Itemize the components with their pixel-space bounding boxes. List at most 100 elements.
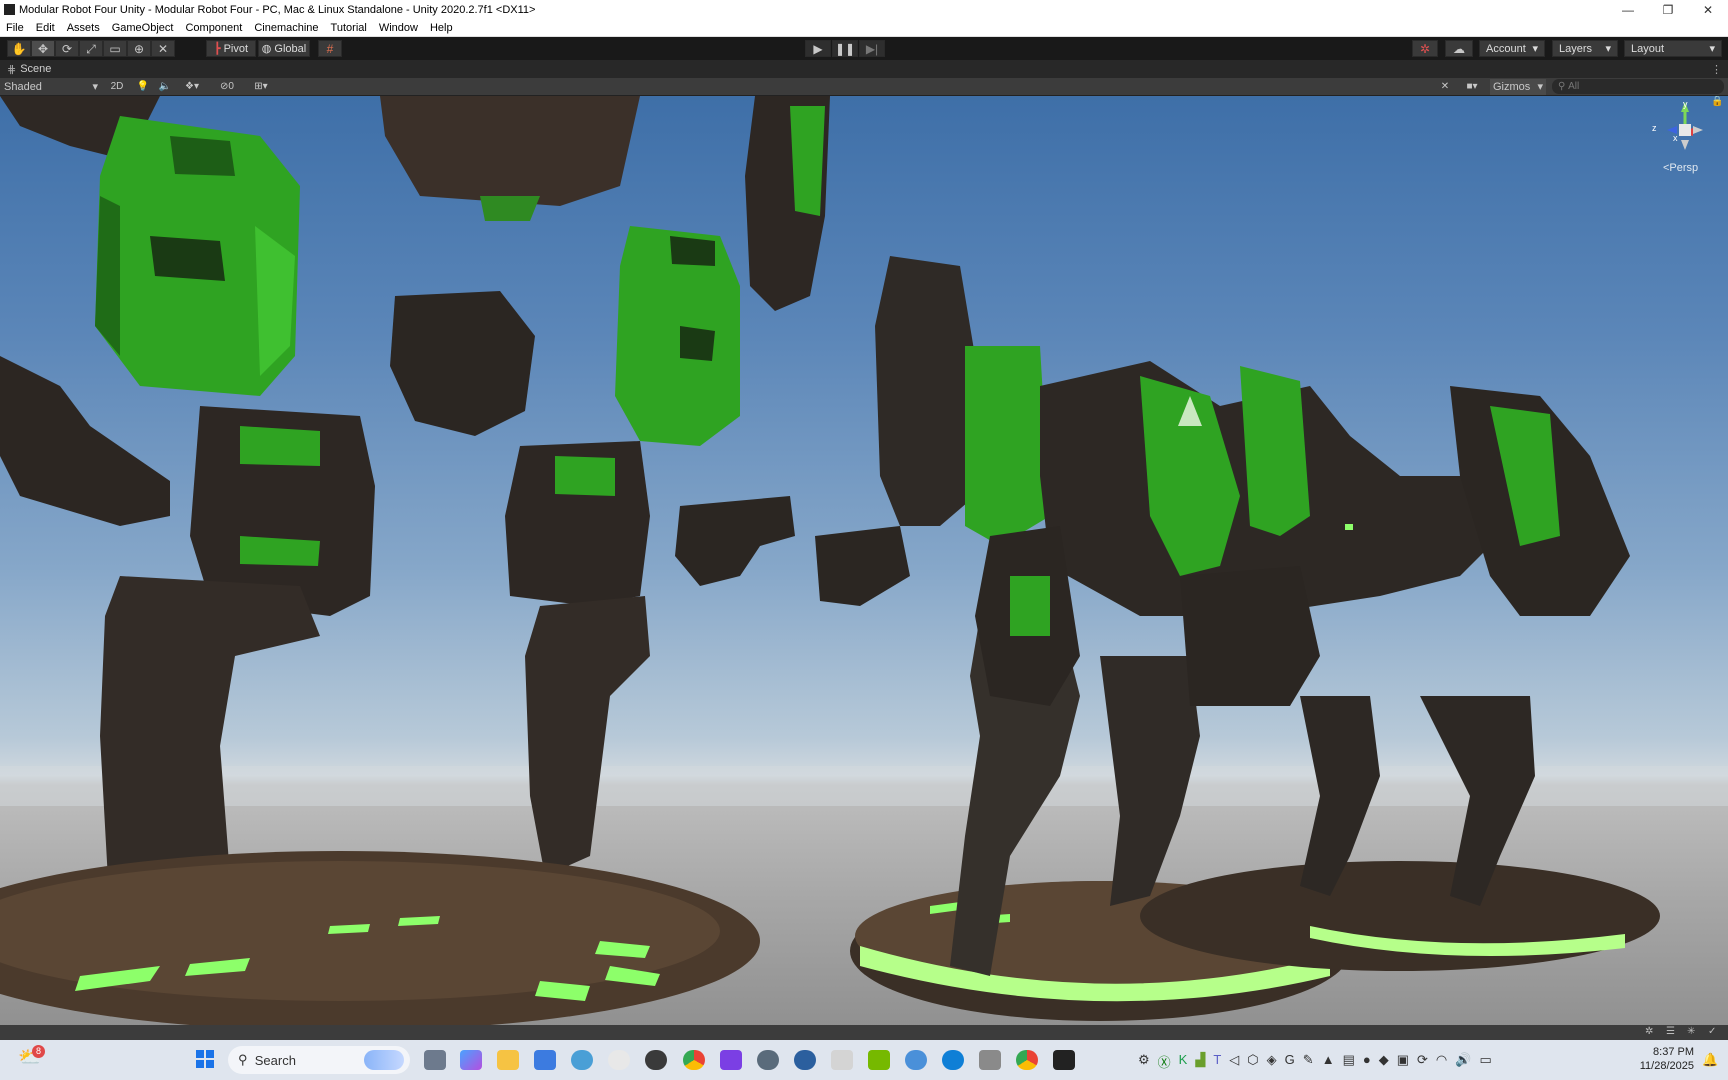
- alienware-icon[interactable]: [608, 1050, 630, 1070]
- wifi-icon[interactable]: ◠: [1436, 1052, 1447, 1071]
- window-title: Modular Robot Four Unity - Modular Robot…: [19, 3, 536, 16]
- tray-triangle-icon[interactable]: ▲: [1322, 1052, 1335, 1071]
- tray-cube-icon[interactable]: ◆: [1379, 1052, 1389, 1071]
- grid-dropdown[interactable]: ⊞ ▾: [246, 79, 276, 95]
- hand-tool-button[interactable]: ✋: [7, 40, 31, 57]
- chrome-profile-icon[interactable]: [1016, 1050, 1038, 1070]
- taskbar-search-box[interactable]: ⚲ Search: [228, 1046, 410, 1074]
- store-icon[interactable]: [534, 1050, 556, 1070]
- play-button[interactable]: ▶: [805, 40, 831, 57]
- tray-chip-icon[interactable]: ▤: [1343, 1052, 1355, 1071]
- app-icon-blue[interactable]: [905, 1050, 927, 1070]
- start-button[interactable]: [196, 1050, 214, 1068]
- debug-icon[interactable]: ✲: [1645, 1026, 1653, 1037]
- menu-component[interactable]: Component: [179, 22, 248, 34]
- notifications-icon[interactable]: 🔔: [1702, 1052, 1718, 1068]
- pause-button[interactable]: ❚❚: [832, 40, 858, 57]
- collab-button[interactable]: ✲: [1412, 40, 1438, 57]
- menu-cinemachine[interactable]: Cinemachine: [248, 22, 324, 34]
- rotate-tool-button[interactable]: ⟳: [55, 40, 79, 57]
- minimize-button[interactable]: —: [1608, 0, 1648, 19]
- browser-icon[interactable]: [571, 1050, 593, 1070]
- steam-icon[interactable]: [757, 1050, 779, 1070]
- rect-tool-button[interactable]: ▭: [103, 40, 127, 57]
- clapperboard-icon[interactable]: [720, 1050, 742, 1070]
- chart-app-icon[interactable]: ▟: [1195, 1052, 1205, 1071]
- audio-toggle[interactable]: 🔈: [156, 79, 174, 95]
- chevron-down-icon: ▾: [1472, 81, 1478, 92]
- step-button[interactable]: ▶|: [859, 40, 885, 57]
- k-app-icon[interactable]: K: [1179, 1052, 1188, 1071]
- tray-app-icon[interactable]: ⚙: [1138, 1052, 1150, 1071]
- move-icon: ✥: [37, 41, 49, 56]
- menu-tutorial[interactable]: Tutorial: [325, 22, 373, 34]
- menu-window[interactable]: Window: [373, 22, 424, 34]
- network-app-icon[interactable]: ◈: [1267, 1052, 1277, 1071]
- camera-dropdown[interactable]: ■ ▾: [1458, 79, 1486, 95]
- scene-viewport[interactable]: y z x <Persp 🔒: [0, 96, 1728, 1040]
- close-button[interactable]: ✕: [1688, 0, 1728, 19]
- orientation-gizmo[interactable]: y z x <Persp: [1645, 99, 1725, 180]
- volume-icon[interactable]: 🔊: [1455, 1052, 1471, 1071]
- 2d-toggle[interactable]: 2D: [106, 79, 128, 95]
- chevron-down-icon: ▾: [1537, 81, 1543, 93]
- unity-app-icon: [4, 4, 15, 15]
- pause-icon: ❚❚: [834, 41, 856, 56]
- wrench-icon: ✕: [1440, 81, 1450, 92]
- tray-box-icon[interactable]: ▣: [1397, 1052, 1409, 1071]
- bug-icon[interactable]: ✳: [1687, 1026, 1695, 1037]
- app-icon-dark[interactable]: [645, 1050, 667, 1070]
- more-options-icon[interactable]: ⋮: [1711, 63, 1722, 76]
- tray-dot-icon[interactable]: ●: [1363, 1052, 1371, 1071]
- xbox-icon[interactable]: Ⓧ: [1158, 1052, 1171, 1071]
- cloud-button[interactable]: ☁: [1445, 40, 1473, 57]
- file-explorer-icon[interactable]: [497, 1050, 519, 1070]
- custom-tool-button[interactable]: ✕: [151, 40, 175, 57]
- tray-pen-icon[interactable]: ✎: [1303, 1052, 1314, 1071]
- scene-search-field[interactable]: ⚲ All: [1552, 79, 1724, 94]
- unity-taskbar-icon[interactable]: [1053, 1050, 1075, 1070]
- edge-icon[interactable]: [942, 1050, 964, 1070]
- check-icon[interactable]: ✓: [1708, 1026, 1716, 1037]
- usb-icon[interactable]: [979, 1050, 1001, 1070]
- menu-gameobject[interactable]: GameObject: [106, 22, 180, 34]
- menu-file[interactable]: File: [0, 22, 30, 34]
- sync-icon[interactable]: ⟳: [1417, 1052, 1428, 1071]
- account-dropdown[interactable]: Account ▾: [1479, 40, 1545, 57]
- pivot-toggle[interactable]: ┣ Pivot: [206, 40, 256, 57]
- maximize-button[interactable]: ❐: [1648, 0, 1688, 19]
- chrome-icon[interactable]: [683, 1050, 705, 1070]
- move-tool-button[interactable]: ✥: [31, 40, 55, 57]
- cube-icon[interactable]: ⬡: [1247, 1052, 1258, 1071]
- menu-edit[interactable]: Edit: [30, 22, 61, 34]
- task-view-icon[interactable]: [424, 1050, 446, 1070]
- vs-code-icon[interactable]: ◁: [1229, 1052, 1239, 1071]
- layout-dropdown[interactable]: Layout ▾: [1624, 40, 1722, 57]
- stack-icon[interactable]: ☰: [1666, 1026, 1675, 1037]
- transform-tool-button[interactable]: ⊕: [127, 40, 151, 57]
- tools-overlay-toggle[interactable]: ✕: [1436, 79, 1454, 95]
- nvidia-icon[interactable]: [868, 1050, 890, 1070]
- gizmos-dropdown[interactable]: Gizmos ▾: [1490, 78, 1546, 95]
- layers-dropdown[interactable]: Layers ▾: [1552, 40, 1618, 57]
- effects-dropdown[interactable]: ❖ ▾: [178, 79, 206, 95]
- scale-tool-button[interactable]: ⤢: [79, 40, 103, 57]
- weather-widget[interactable]: ⛅ 8: [18, 1045, 45, 1071]
- taskbar-clock[interactable]: 8:37 PM 11/28/2025: [1632, 1045, 1694, 1073]
- menu-help[interactable]: Help: [424, 22, 459, 34]
- copilot-icon[interactable]: [460, 1050, 482, 1070]
- lighting-toggle[interactable]: 💡: [134, 79, 152, 95]
- global-toggle[interactable]: ◍ Global: [258, 40, 310, 57]
- menu-assets[interactable]: Assets: [61, 22, 106, 34]
- g-app-icon[interactable]: G: [1285, 1052, 1295, 1071]
- tab-scene[interactable]: Scene: [20, 63, 51, 75]
- hidden-objects-toggle[interactable]: ⊘ 0: [214, 79, 240, 95]
- projection-label[interactable]: <Persp: [1663, 162, 1698, 174]
- battery-icon[interactable]: ▭: [1479, 1052, 1491, 1071]
- lock-icon[interactable]: 🔒: [1711, 96, 1723, 107]
- globe-app-icon[interactable]: [794, 1050, 816, 1070]
- teams-icon[interactable]: T: [1213, 1052, 1221, 1071]
- grid-snap-button[interactable]: #: [318, 40, 342, 57]
- notepad-icon[interactable]: [831, 1050, 853, 1070]
- shading-mode-dropdown[interactable]: Shaded ▾: [2, 79, 100, 95]
